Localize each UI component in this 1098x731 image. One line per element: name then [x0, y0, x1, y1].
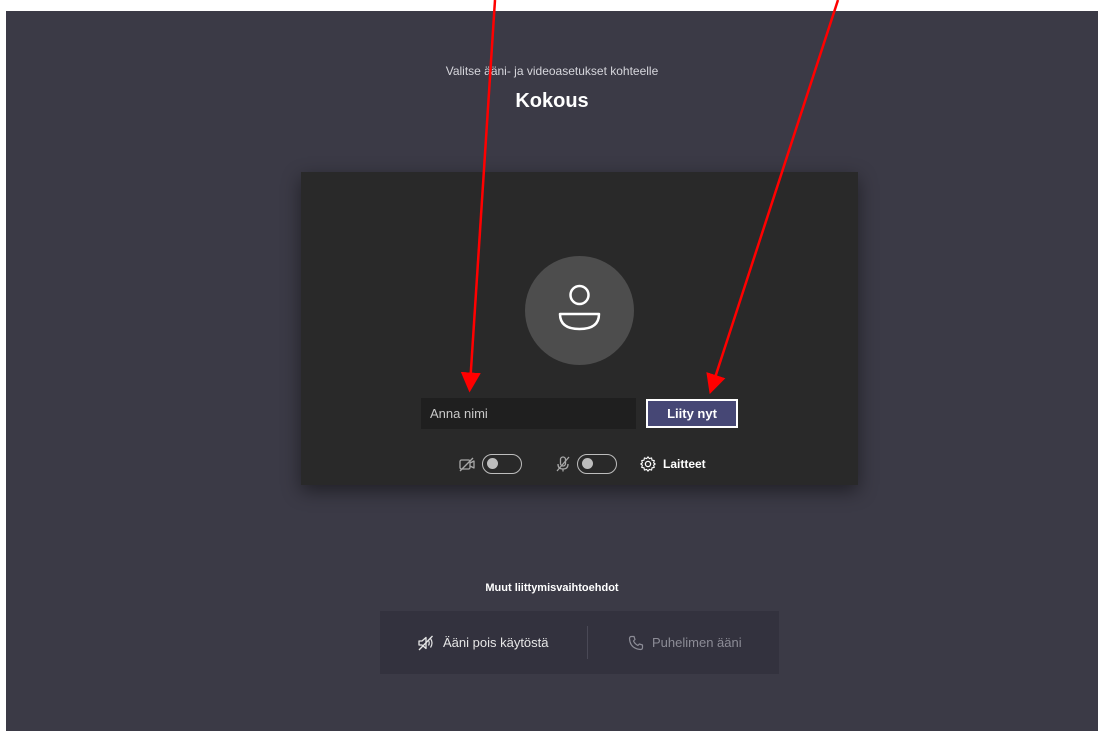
av-controls: Laitteet [301, 452, 858, 476]
phone-audio-label: Puhelimen ääni [652, 635, 742, 650]
meeting-prejoin-screen: Valitse ääni- ja videoasetukset kohteell… [6, 11, 1098, 731]
phone-icon [628, 635, 644, 650]
devices-label: Laitteet [663, 457, 706, 471]
gear-icon [640, 456, 656, 472]
other-join-options: Ääni pois käytöstä Puhelimen ääni [380, 611, 779, 674]
camera-toggle[interactable] [482, 454, 522, 474]
phone-audio-option[interactable]: Puhelimen ääni [628, 611, 742, 674]
mic-off-icon [556, 456, 570, 472]
devices-button[interactable]: Laitteet [639, 452, 706, 476]
video-preview-card: Liity nyt [301, 172, 858, 485]
meeting-title: Kokous [515, 90, 589, 112]
options-divider [587, 626, 588, 659]
audio-off-option[interactable]: Ääni pois käytöstä [417, 611, 549, 674]
name-input[interactable] [421, 398, 636, 429]
audio-off-label: Ääni pois käytöstä [443, 635, 549, 650]
mic-toggle-knob [582, 458, 593, 469]
join-now-button[interactable]: Liity nyt [646, 399, 738, 428]
camera-off-icon [459, 457, 475, 472]
other-join-options-title: Muut liittymisvaihtoehdot [485, 582, 619, 594]
prejoin-prompt: Valitse ääni- ja videoasetukset kohteell… [445, 64, 659, 78]
camera-toggle-knob [487, 458, 498, 469]
person-icon [558, 284, 601, 331]
speaker-off-icon [418, 635, 433, 650]
mic-toggle[interactable] [577, 454, 617, 474]
avatar [525, 256, 634, 365]
